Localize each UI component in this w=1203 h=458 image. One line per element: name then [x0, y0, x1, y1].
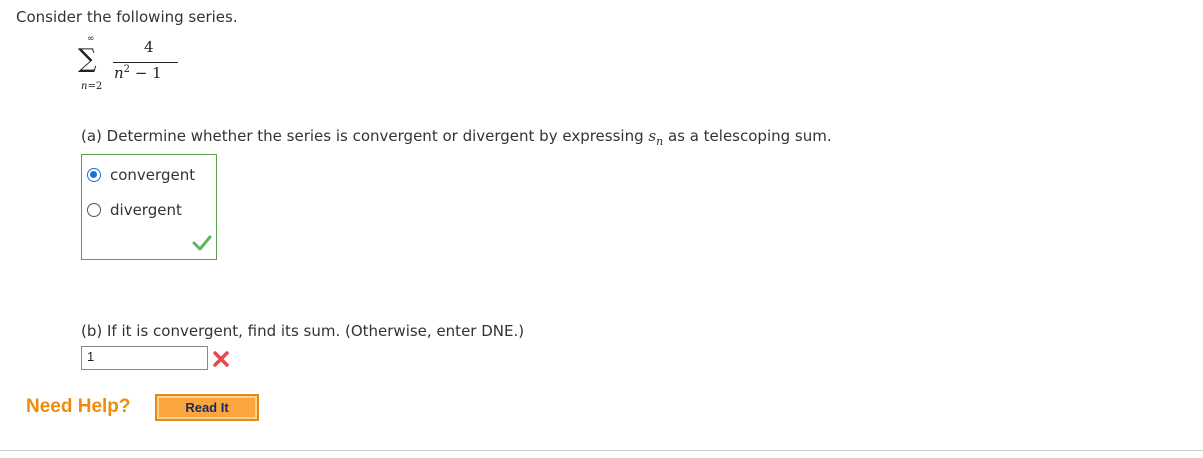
option-convergent[interactable]: convergent	[87, 166, 195, 184]
part-a-question: (a) Determine whether the series is conv…	[81, 127, 832, 148]
summation-sign: ∑	[78, 44, 97, 74]
part-a-text-before: (a) Determine whether the series is conv…	[81, 127, 649, 145]
part-a-answer-box: convergent divergent	[81, 154, 217, 260]
radio-divergent[interactable]	[87, 203, 101, 217]
fraction-denominator: n2 − 1	[114, 64, 162, 82]
incorrect-x-icon	[213, 351, 229, 367]
partial-sum-var: s	[648, 127, 657, 145]
fraction-numerator: 4	[144, 38, 154, 56]
part-a-text-after: as a telescoping sum.	[663, 127, 832, 145]
lower-limit-value: =2	[87, 81, 103, 92]
radio-convergent[interactable]	[87, 168, 101, 182]
sum-answer-input[interactable]: 1	[81, 346, 208, 370]
denominator-variable: n	[114, 64, 124, 82]
option-divergent[interactable]: divergent	[87, 201, 182, 219]
option-convergent-label: convergent	[110, 166, 196, 184]
read-it-button[interactable]: Read It	[155, 394, 259, 421]
option-divergent-label: divergent	[110, 201, 182, 219]
fraction-bar	[113, 62, 178, 63]
partial-sum-symbol: sn	[648, 127, 663, 148]
series-lower-limit: n=2	[81, 81, 102, 92]
part-b-question: (b) If it is convergent, find its sum. (…	[81, 322, 525, 340]
question-intro: Consider the following series.	[16, 8, 238, 26]
series-expression: ∞ ∑ n=2 4 n2 − 1	[78, 34, 188, 100]
need-help-label: Need Help?	[26, 396, 131, 417]
bottom-divider	[0, 450, 1203, 451]
series-upper-limit: ∞	[87, 34, 95, 44]
correct-checkmark-icon	[192, 235, 212, 251]
denominator-rest: − 1	[130, 64, 162, 82]
